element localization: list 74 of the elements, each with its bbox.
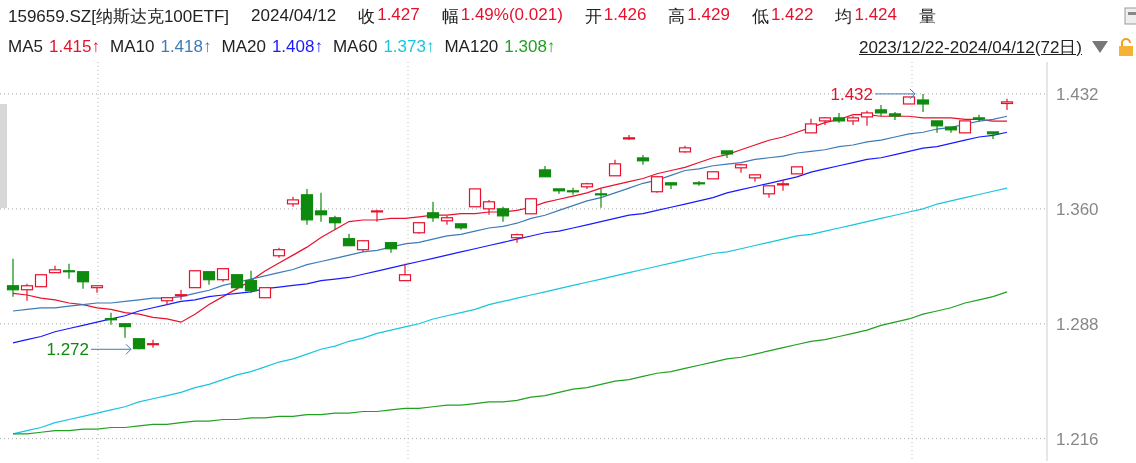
- quote-value: 1.422: [770, 4, 814, 26]
- candlestick: [790, 166, 804, 175]
- candlestick: [202, 271, 216, 286]
- candlestick: [608, 159, 622, 177]
- ma-value: 1.308↑: [504, 37, 556, 57]
- ma-label: MA5: [8, 37, 43, 57]
- candlestick: [888, 111, 902, 121]
- ma-label: MA20: [221, 37, 266, 57]
- quote-label: 低: [751, 5, 769, 28]
- candlestick: [524, 198, 538, 215]
- candlestick: [986, 131, 1000, 140]
- quote-label: 开: [584, 5, 602, 28]
- candlestick: [510, 233, 524, 244]
- dropdown-triangle-icon[interactable]: [1092, 41, 1108, 53]
- candlestick: [146, 339, 160, 349]
- candlestick: [734, 163, 748, 174]
- toolbar-icon[interactable]: [1124, 6, 1136, 26]
- candlestick: [482, 199, 496, 216]
- candlestick: [104, 312, 118, 326]
- price-annotation: 1.432: [830, 84, 873, 104]
- date-range-link[interactable]: 2023/12/22-2024/04/12(72日): [858, 35, 1082, 59]
- candlestick: [776, 179, 790, 192]
- candlestick: [1000, 98, 1014, 111]
- candlestick: [370, 209, 384, 223]
- y-axis-label: 1.216: [1056, 429, 1099, 449]
- candlestick: [706, 171, 720, 180]
- candlestick: [342, 233, 356, 247]
- quote-label: 幅: [441, 5, 459, 28]
- ma-value: 1.415↑: [48, 37, 100, 57]
- quote-label: 收: [358, 5, 376, 28]
- quote-date: 2024/04/12: [251, 6, 337, 26]
- quote-label: 均: [835, 5, 853, 28]
- quote-value: 1.429: [687, 4, 730, 26]
- ma-value: 1.418↑: [160, 37, 212, 57]
- candlestick: [160, 297, 174, 306]
- ma-label: MA10: [110, 37, 155, 57]
- candlestick: [272, 247, 286, 259]
- y-axis-label: 1.432: [1056, 84, 1099, 104]
- ma-value: 1.408↑: [271, 37, 323, 57]
- candlestick: [678, 145, 692, 154]
- y-axis-label: 1.288: [1056, 314, 1099, 334]
- candlestick: [216, 268, 230, 283]
- candlestick: [538, 165, 552, 178]
- quote-value: 1.424: [854, 4, 897, 26]
- candlestick: [748, 174, 762, 183]
- candlestick: [762, 185, 776, 199]
- scroll-bar[interactable]: [0, 104, 7, 208]
- candlestick: [720, 150, 734, 159]
- annotation-arrow: [874, 88, 916, 100]
- quote-label: 量: [919, 5, 936, 28]
- annotation-arrow: [90, 343, 132, 355]
- quote-label: 高: [668, 5, 686, 28]
- quote-value: 1.427: [377, 4, 420, 26]
- candlestick: [832, 112, 846, 124]
- price-annotation: 1.272: [46, 340, 89, 360]
- stock-symbol: 159659.SZ[纳斯达克100ETF]: [8, 5, 230, 28]
- quote-value: 1.426: [603, 4, 647, 26]
- candlestick: [468, 188, 482, 208]
- ma-label: MA60: [332, 37, 378, 57]
- quote-value: 1.49%(0.021): [460, 4, 563, 26]
- ma-label: MA120: [444, 37, 499, 57]
- candlestick: [398, 263, 412, 282]
- candlestick: [384, 242, 398, 254]
- candlestick: [874, 104, 888, 117]
- y-axis-label: 1.360: [1056, 199, 1099, 219]
- ma-value: 1.373↑: [383, 37, 435, 57]
- candlestick: [496, 206, 510, 223]
- candlestick: [356, 240, 370, 253]
- lock-icon[interactable]: [1118, 38, 1134, 56]
- candlestick: [566, 187, 580, 196]
- candlestick: [132, 338, 146, 350]
- candlestick: [230, 274, 244, 291]
- candlestick: [118, 323, 132, 339]
- candlestick: [636, 154, 650, 166]
